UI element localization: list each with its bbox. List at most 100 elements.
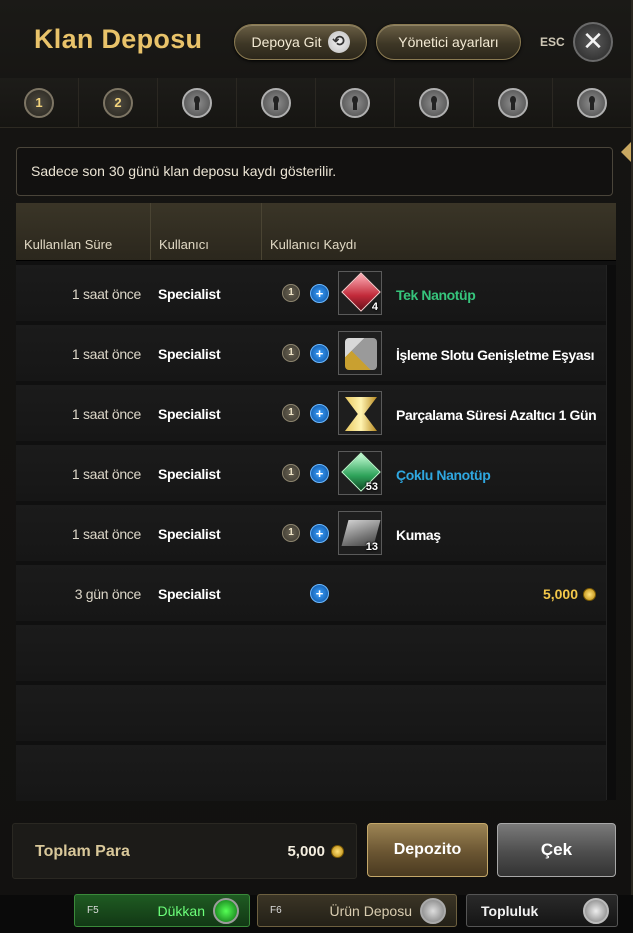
- table-row: 3 gün önce Specialist + 5,000: [16, 565, 606, 621]
- count-badge: 1: [282, 404, 300, 422]
- deposit-plus-icon: +: [310, 344, 329, 363]
- hourglass-icon: [345, 397, 377, 431]
- item-name: Çoklu Nanotüp: [396, 467, 491, 483]
- depot-tabs: 1 2: [0, 78, 631, 128]
- window-title: Klan Deposu: [34, 24, 203, 54]
- tab-3-locked[interactable]: [158, 78, 237, 127]
- item-slot[interactable]: [338, 391, 382, 435]
- row-user: Specialist: [158, 526, 221, 542]
- table-body: 1 saat önce Specialist 1 + 4 Tek Nanotüp…: [16, 265, 606, 805]
- column-header-user: Kullanıcı: [151, 203, 262, 260]
- shop-icon: [213, 897, 239, 924]
- table-header: Kullanılan Süre Kullanıcı Kullanıcı Kayd…: [16, 203, 616, 261]
- item-depot-hotkey: F6: [270, 905, 282, 916]
- item-quantity: 13: [365, 541, 378, 553]
- item-slot[interactable]: 13: [338, 511, 382, 555]
- row-time: 1 saat önce: [71, 526, 141, 542]
- esc-label: ESC: [540, 35, 565, 49]
- deposit-plus-icon: +: [310, 284, 329, 303]
- tab-number-badge: 2: [103, 87, 133, 118]
- depot-icon: [420, 897, 446, 924]
- table-row-empty: [16, 685, 606, 741]
- row-user: Specialist: [158, 346, 221, 362]
- gold-coin-icon: [583, 587, 596, 601]
- total-money-box: Toplam Para 5,000: [12, 823, 357, 879]
- item-quantity: 53: [365, 481, 378, 493]
- lock-icon: [182, 87, 212, 118]
- item-quantity: 4: [371, 301, 378, 313]
- money-amount: 5,000: [543, 586, 596, 602]
- go-to-depot-label: Depoya Git: [251, 34, 322, 50]
- item-slot[interactable]: 53: [338, 451, 382, 495]
- deposit-plus-icon: +: [310, 584, 329, 603]
- depot-log-table: Kullanılan Süre Kullanıcı Kullanıcı Kayd…: [16, 203, 616, 801]
- shop-button[interactable]: F5 Dükkan: [74, 894, 250, 927]
- row-time: 1 saat önce: [71, 406, 141, 422]
- table-row: 1 saat önce Specialist 1 + Parçalama Sür…: [16, 385, 606, 441]
- tab-4-locked[interactable]: [237, 78, 316, 127]
- table-row-empty: [16, 625, 606, 681]
- item-name: Kumaş: [396, 527, 441, 543]
- shop-hotkey: F5: [87, 905, 99, 916]
- withdraw-button[interactable]: Çek: [497, 823, 616, 877]
- table-row: 1 saat önce Specialist 1 + 13 Kumaş: [16, 505, 606, 561]
- row-time: 1 saat önce: [71, 346, 141, 362]
- row-time: 1 saat önce: [71, 466, 141, 482]
- tab-2[interactable]: 2: [79, 78, 158, 127]
- lock-icon: [498, 87, 528, 118]
- gold-coin-icon: [331, 845, 344, 858]
- lock-icon: [261, 87, 291, 118]
- count-badge: 1: [282, 524, 300, 542]
- item-depot-button[interactable]: F6 Ürün Deposu: [257, 894, 457, 927]
- row-user: Specialist: [158, 286, 221, 302]
- item-name: Parçalama Süresi Azaltıcı 1 Gün: [396, 407, 597, 423]
- table-row: 1 saat önce Specialist 1 + 4 Tek Nanotüp: [16, 265, 606, 321]
- tab-8-locked[interactable]: [553, 78, 631, 127]
- go-to-depot-button[interactable]: Depoya Git ⟲: [234, 24, 367, 60]
- community-icon: [583, 897, 609, 924]
- deposit-plus-icon: +: [310, 404, 329, 423]
- count-badge: 1: [282, 344, 300, 362]
- table-row-empty: [16, 745, 606, 801]
- row-user: Specialist: [158, 406, 221, 422]
- item-slot[interactable]: 4: [338, 271, 382, 315]
- admin-settings-label: Yönetici ayarları: [398, 34, 499, 50]
- close-icon[interactable]: ✕: [573, 22, 613, 62]
- tab-7-locked[interactable]: [474, 78, 553, 127]
- tab-5-locked[interactable]: [316, 78, 395, 127]
- table-scrollbar[interactable]: [606, 265, 616, 800]
- lock-icon: [419, 87, 449, 118]
- lock-icon: [577, 87, 607, 118]
- total-money-amount: 5,000: [287, 843, 344, 860]
- panel-expand-arrow-icon[interactable]: [621, 142, 631, 162]
- item-name: Tek Nanotüp: [396, 287, 476, 303]
- swap-icon: ⟲: [327, 31, 350, 53]
- tools-icon: [345, 338, 377, 370]
- tab-6-locked[interactable]: [395, 78, 474, 127]
- item-depot-label: Ürün Deposu: [329, 902, 413, 919]
- tab-1[interactable]: 1: [0, 78, 79, 127]
- deposit-button[interactable]: Depozito: [367, 823, 488, 877]
- admin-settings-button[interactable]: Yönetici ayarları: [376, 24, 521, 60]
- money-value: 5,000: [542, 586, 578, 602]
- table-row: 1 saat önce Specialist 1 + İşleme Slotu …: [16, 325, 606, 381]
- lock-icon: [340, 87, 370, 118]
- tab-number-badge: 1: [24, 87, 54, 118]
- total-money-value: 5,000: [287, 843, 325, 860]
- log-notice: Sadece son 30 günü klan deposu kaydı gös…: [16, 147, 613, 196]
- community-label: Topluluk: [481, 902, 539, 919]
- item-name: İşleme Slotu Genişletme Eşyası: [396, 347, 595, 363]
- count-badge: 1: [282, 464, 300, 482]
- community-button[interactable]: Topluluk: [466, 894, 618, 927]
- item-slot[interactable]: [338, 331, 382, 375]
- column-header-time: Kullanılan Süre: [16, 203, 151, 260]
- row-user: Specialist: [158, 586, 221, 602]
- row-time: 1 saat önce: [71, 286, 141, 302]
- count-badge: 1: [282, 284, 300, 302]
- row-user: Specialist: [158, 466, 221, 482]
- row-time: 3 gün önce: [74, 586, 142, 602]
- column-header-record: Kullanıcı Kaydı: [270, 237, 357, 252]
- total-money-label: Toplam Para: [35, 843, 130, 860]
- shop-label: Dükkan: [157, 902, 205, 919]
- table-row: 1 saat önce Specialist 1 + 53 Çoklu Nano…: [16, 445, 606, 501]
